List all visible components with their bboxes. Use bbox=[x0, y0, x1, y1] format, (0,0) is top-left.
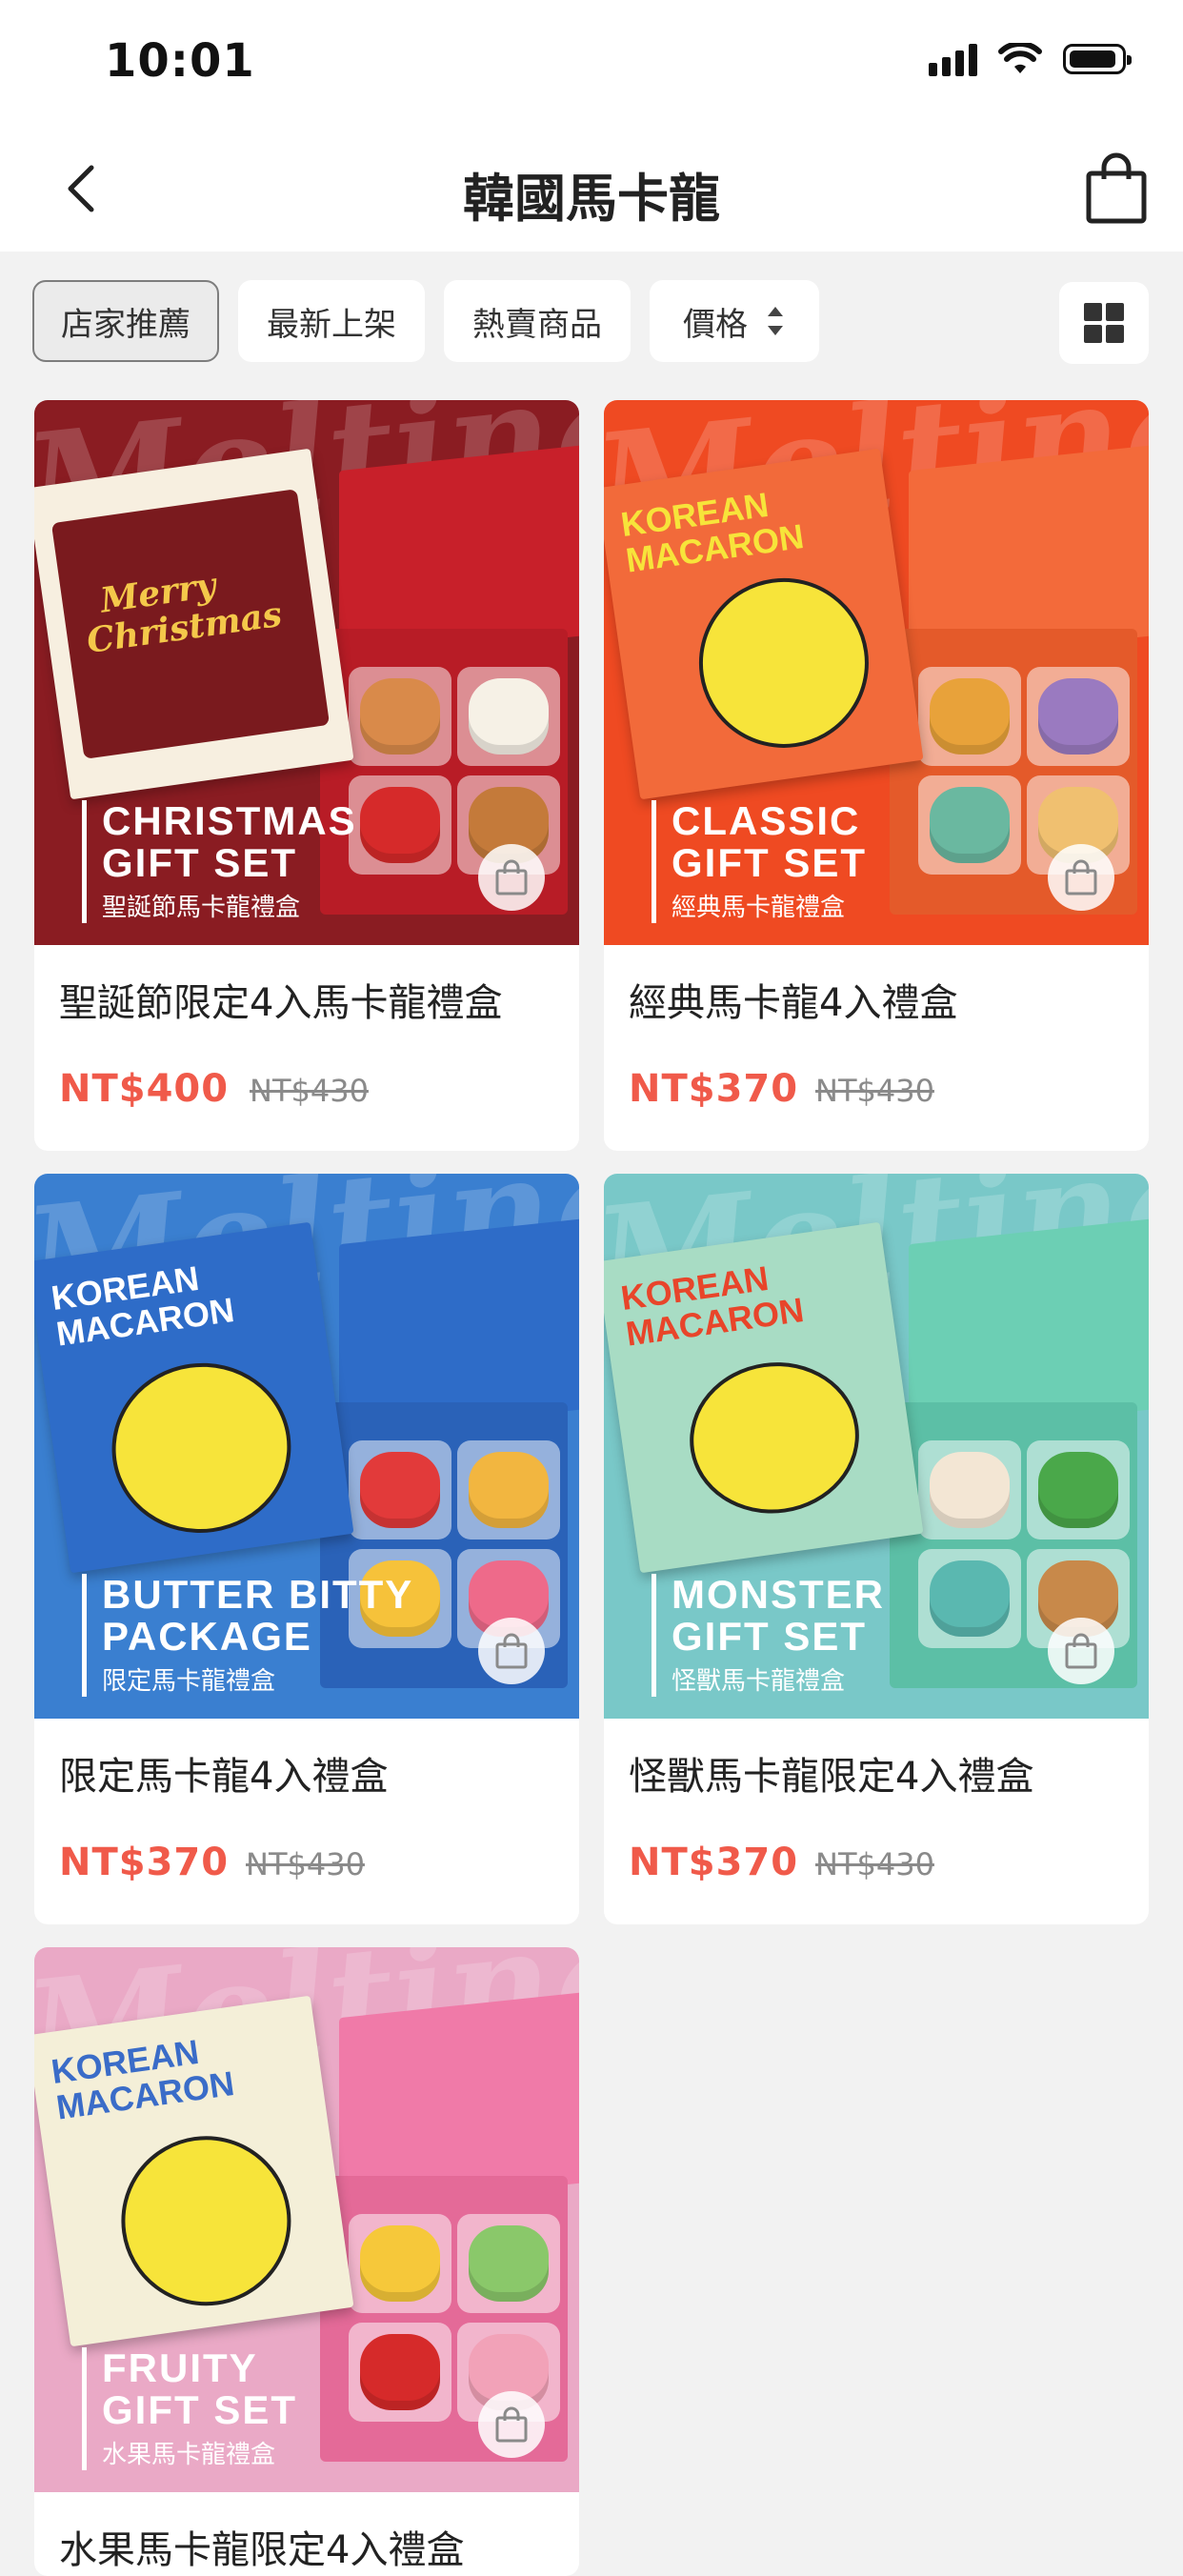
product-image[interactable]: Melting KOREAN MACARON FRUITY GIFT SET 水… bbox=[34, 1947, 579, 2492]
product-image[interactable]: Melting KOREAN MACARON BUTTER BITTY PACK… bbox=[34, 1174, 579, 1719]
filter-chip-newest[interactable]: 最新上架 bbox=[238, 280, 425, 362]
image-banner: BUTTER BITTY PACKAGE 限定馬卡龍禮盒 bbox=[82, 1574, 413, 1697]
filter-chip-label: 價格 bbox=[683, 305, 748, 344]
product-image[interactable]: Melting KOREAN MACARON MONSTER GIFT SET … bbox=[604, 1174, 1149, 1719]
wifi-icon bbox=[998, 43, 1042, 73]
product-original-price: NT$430 bbox=[246, 1846, 365, 1882]
filter-chip-label: 店家推薦 bbox=[61, 305, 190, 344]
filter-chip-price[interactable]: 價格 bbox=[650, 280, 819, 362]
filter-chip-recommended[interactable]: 店家推薦 bbox=[32, 280, 219, 362]
product-price: NT$370 bbox=[629, 1841, 799, 1884]
grid-view-toggle[interactable] bbox=[1059, 282, 1149, 364]
product-card[interactable]: Melting KOREAN MACARON MONSTER GIFT SET … bbox=[604, 1174, 1149, 1924]
add-to-bag-button[interactable] bbox=[1048, 844, 1114, 911]
status-time: 10:01 bbox=[105, 34, 255, 88]
add-to-bag-icon bbox=[495, 1633, 528, 1669]
add-to-bag-button[interactable] bbox=[1048, 1618, 1114, 1684]
filter-bar: 店家推薦 最新上架 熱賣商品 價格 bbox=[0, 252, 1183, 392]
image-banner: MONSTER GIFT SET 怪獸馬卡龍禮盒 bbox=[652, 1574, 885, 1697]
add-to-bag-icon bbox=[1065, 859, 1097, 896]
product-card[interactable]: Melting KOREAN MACARON CLASSIC GIFT SET … bbox=[604, 400, 1149, 1151]
product-price: NT$400 bbox=[59, 1067, 230, 1111]
product-name: 怪獸馬卡龍限定4入禮盒 bbox=[629, 1755, 1034, 1799]
grid-view-icon bbox=[1084, 303, 1124, 343]
product-image[interactable]: Melting KOREAN MACARON CLASSIC GIFT SET … bbox=[604, 400, 1149, 945]
cellular-signal-icon bbox=[929, 42, 977, 76]
product-card[interactable]: Melting Merry Christmas CHRISTMAS GIFT S… bbox=[34, 400, 579, 1151]
product-image[interactable]: Melting Merry Christmas CHRISTMAS GIFT S… bbox=[34, 400, 579, 945]
product-original-price: NT$430 bbox=[815, 1073, 934, 1109]
image-banner: CHRISTMAS GIFT SET 聖誕節馬卡龍禮盒 bbox=[82, 800, 357, 923]
product-name: 經典馬卡龍4入禮盒 bbox=[629, 981, 958, 1025]
add-to-bag-button[interactable] bbox=[478, 2391, 545, 2458]
add-to-bag-icon bbox=[495, 2406, 528, 2443]
product-card[interactable]: Melting KOREAN MACARON BUTTER BITTY PACK… bbox=[34, 1174, 579, 1924]
status-icons bbox=[929, 42, 1132, 76]
add-to-bag-button[interactable] bbox=[478, 844, 545, 911]
shopping-bag-icon[interactable] bbox=[1084, 152, 1149, 225]
page-title: 韓國馬卡龍 bbox=[463, 169, 720, 229]
product-name: 水果馬卡龍限定4入禮盒 bbox=[59, 2528, 465, 2572]
status-bar: 10:01 bbox=[0, 0, 1183, 128]
product-name: 聖誕節限定4入馬卡龍禮盒 bbox=[59, 981, 503, 1025]
product-name: 限定馬卡龍4入禮盒 bbox=[59, 1755, 389, 1799]
filter-chip-best-selling[interactable]: 熱賣商品 bbox=[444, 280, 631, 362]
add-to-bag-icon bbox=[495, 859, 528, 896]
add-to-bag-button[interactable] bbox=[478, 1618, 545, 1684]
product-card[interactable]: Melting KOREAN MACARON FRUITY GIFT SET 水… bbox=[34, 1947, 579, 2576]
product-original-price: NT$430 bbox=[815, 1846, 934, 1882]
battery-icon bbox=[1063, 44, 1132, 74]
navigation-bar: 韓國馬卡龍 bbox=[0, 128, 1183, 252]
product-price: NT$370 bbox=[629, 1067, 799, 1111]
image-banner: CLASSIC GIFT SET 經典馬卡龍禮盒 bbox=[652, 800, 867, 923]
product-original-price: NT$430 bbox=[250, 1073, 369, 1109]
image-banner: FRUITY GIFT SET 水果馬卡龍禮盒 bbox=[82, 2347, 297, 2470]
filter-chip-label: 熱賣商品 bbox=[472, 305, 602, 344]
sort-arrows-icon bbox=[768, 307, 783, 335]
filter-chip-label: 最新上架 bbox=[267, 305, 396, 344]
product-price: NT$370 bbox=[59, 1841, 230, 1884]
add-to-bag-icon bbox=[1065, 1633, 1097, 1669]
